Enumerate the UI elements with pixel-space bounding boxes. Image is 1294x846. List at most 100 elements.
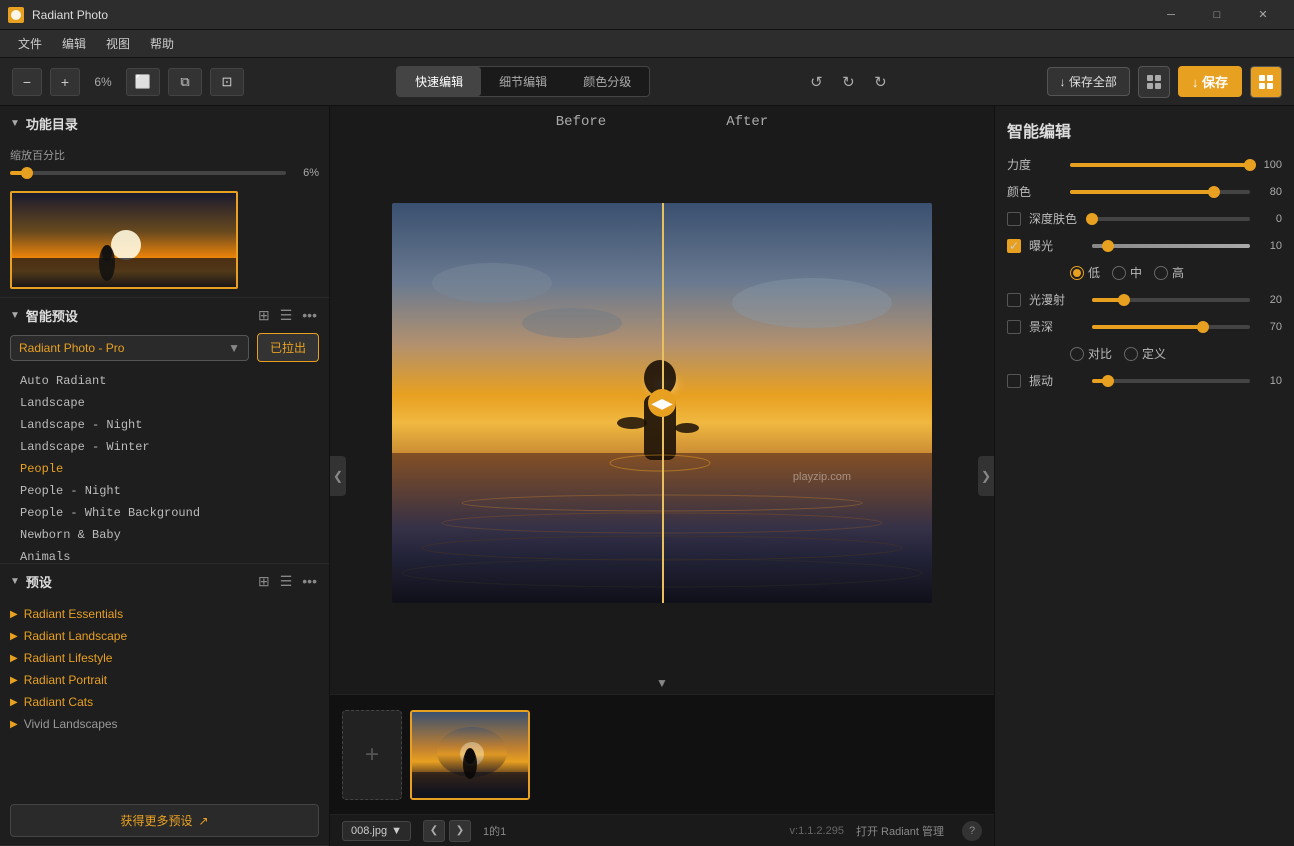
tab-quick-edit[interactable]: 快速编辑 [397,67,481,96]
current-filename: 008.jpg [351,825,387,837]
close-button[interactable]: ✕ [1240,0,1286,30]
grid-icon-button[interactable] [1138,66,1170,98]
exposure-checkbox[interactable]: ✓ [1007,239,1021,253]
dof-value: 70 [1258,321,1282,333]
color-slider[interactable] [1070,190,1250,194]
zoom-out-button[interactable]: − [12,68,42,96]
contrast-option[interactable]: 对比 [1070,345,1112,362]
dropdown-arrow-icon: ▼ [228,341,240,355]
get-more-presets-button[interactable]: 获得更多预设 ↗ [10,804,319,837]
open-radiant-button[interactable]: 打开 Radiant 管理 [856,823,944,839]
exposure-high-option[interactable]: 高 [1154,264,1184,281]
filmstrip-collapse[interactable]: ▼ [330,672,994,694]
more-options-icon[interactable]: ••• [300,307,319,324]
tab-detail-edit[interactable]: 细节编辑 [481,67,565,96]
frame-view-button[interactable]: ⬜ [126,68,160,96]
preview-thumbnail [10,191,238,289]
func-catalog-header[interactable]: ▼ 功能目录 [0,106,329,141]
preset-list: Auto Radiant Landscape Landscape - Night… [0,368,329,563]
minimize-button[interactable]: ─ [1148,0,1194,30]
func-catalog-section: ▼ 功能目录 缩放百分比 6% [0,106,329,298]
save-button[interactable]: ↓ 保存 [1178,66,1242,97]
vibration-checkbox[interactable] [1007,374,1021,388]
add-photo-button[interactable]: + [342,710,402,800]
chevron-down-icon: ▼ [10,118,20,129]
preset-cat-label: Radiant Landscape [24,629,127,643]
preset-item[interactable]: Landscape [0,392,329,414]
tab-color-grade[interactable]: 颜色分级 [565,67,649,96]
preset-dropdown[interactable]: Radiant Photo - Pro ▼ [10,335,249,361]
maximize-button[interactable]: □ [1194,0,1240,30]
menu-bar: 文件 编辑 视图 帮助 [0,30,1294,58]
left-panel: ▼ 功能目录 缩放百分比 6% [0,106,330,846]
vibration-slider[interactable] [1092,379,1250,383]
list-view-icon-2[interactable]: ☰ [278,573,295,590]
exposure-low-option[interactable]: 低 [1070,264,1100,281]
grid-view-icon-2[interactable]: ⊞ [256,573,272,590]
skin-tone-checkbox[interactable] [1007,212,1021,226]
exposure-slider[interactable] [1092,244,1250,248]
sync-button[interactable]: ↻ [866,68,894,96]
menu-file[interactable]: 文件 [8,31,52,56]
save-all-button[interactable]: ↓ 保存全部 [1047,67,1130,96]
redo-button[interactable]: ↻ [834,68,862,96]
dof-checkbox[interactable] [1007,320,1021,334]
exposure-label: 曝光 [1029,237,1084,254]
preset-item[interactable]: Auto Radiant [0,370,329,392]
func-catalog-title: 功能目录 [26,114,78,133]
chevron-icon: ▼ [10,310,20,321]
menu-view[interactable]: 视图 [96,31,140,56]
zoom-slider[interactable] [10,171,286,175]
light-diff-slider[interactable] [1092,298,1250,302]
exposure-mid-label: 中 [1130,264,1142,281]
zoom-in-button[interactable]: + [50,68,80,96]
undo-button[interactable]: ↺ [802,68,830,96]
get-more-label: 获得更多预设 [120,812,192,829]
compare-view-button[interactable]: ⧉ [168,68,202,96]
dof-label: 景深 [1029,318,1084,335]
grid-view-icon[interactable]: ⊞ [256,307,272,324]
crop-view-button[interactable]: ⊡ [210,68,244,96]
next-button[interactable]: ❯ [449,820,471,842]
smart-presets-header[interactable]: ▼ 智能预设 ⊞ ☰ ••• [0,298,329,333]
zoom-section: 缩放百分比 6% [0,141,329,187]
preset-item[interactable]: Landscape - Night [0,414,329,436]
preset-item-people[interactable]: People [0,458,329,480]
split-handle[interactable]: ◀▶ [648,389,676,417]
dof-slider[interactable] [1092,325,1250,329]
more-options-icon-2[interactable]: ••• [300,573,319,590]
preset-cat-essentials[interactable]: ▶ Radiant Essentials [0,603,329,625]
exposure-mid-option[interactable]: 中 [1112,264,1142,281]
menu-edit[interactable]: 编辑 [52,31,96,56]
preset-cat-cats[interactable]: ▶ Radiant Cats [0,691,329,713]
zoom-label: 缩放百分比 [10,147,319,163]
main-layout: ▼ 功能目录 缩放百分比 6% [0,106,1294,846]
preset-cat-portrait[interactable]: ▶ Radiant Portrait [0,669,329,691]
bottom-bar: 008.jpg ▼ ❮ ❯ 1的1 v:1.1.2.295 打开 Radiant… [330,814,994,846]
preset-cat-landscape[interactable]: ▶ Radiant Landscape [0,625,329,647]
skin-tone-slider[interactable] [1092,217,1250,221]
preset-cat-lifestyle[interactable]: ▶ Radiant Lifestyle [0,647,329,669]
light-diff-checkbox[interactable] [1007,293,1021,307]
filename-selector[interactable]: 008.jpg ▼ [342,821,411,841]
strength-slider[interactable] [1070,163,1250,167]
preset-item[interactable]: Animals [0,546,329,563]
prev-button[interactable]: ❮ [423,820,445,842]
preset-item[interactable]: Newborn & Baby [0,524,329,546]
list-view-icon[interactable]: ☰ [278,307,295,324]
film-thumbnail[interactable] [410,710,530,800]
external-link-icon: ↗ [198,814,208,828]
menu-help[interactable]: 帮助 [140,31,184,56]
preset-cat-vivid[interactable]: ▶ Vivid Landscapes [0,713,329,735]
presets-header[interactable]: ▼ 预设 ⊞ ☰ ••• [0,564,329,599]
settings-icon-button[interactable] [1250,66,1282,98]
arrow-right-icon: ▶ [10,697,18,708]
app-title: Radiant Photo [32,8,1148,22]
preset-item[interactable]: Landscape - Winter [0,436,329,458]
preset-item[interactable]: People - Night [0,480,329,502]
color-value: 80 [1258,186,1282,198]
preset-item[interactable]: People - White Background [0,502,329,524]
help-button[interactable]: ? [962,821,982,841]
export-button[interactable]: 已拉出 [257,333,319,362]
define-option[interactable]: 定义 [1124,345,1166,362]
